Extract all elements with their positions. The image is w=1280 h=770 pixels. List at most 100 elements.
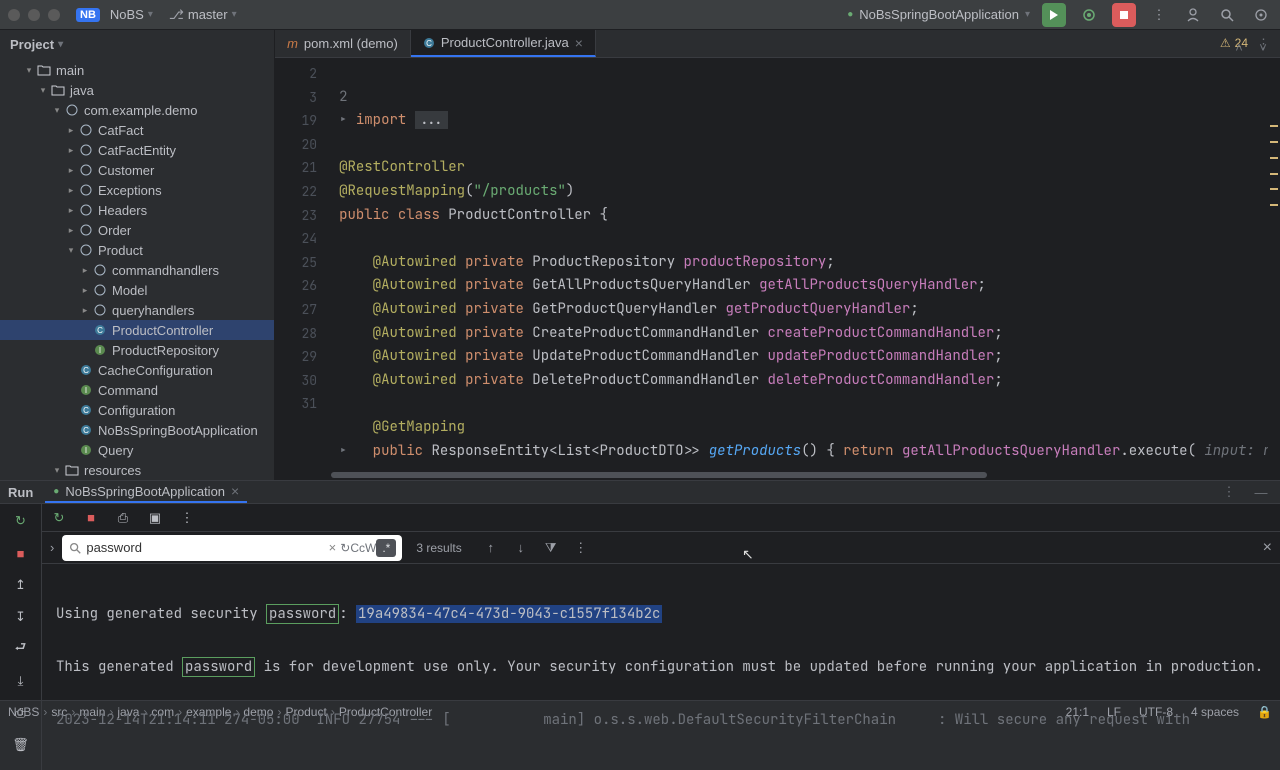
close-find-icon[interactable]: × (1263, 539, 1272, 557)
branch-name: master (188, 7, 228, 22)
stop-button[interactable] (1112, 3, 1136, 27)
tree-item-query[interactable]: IQuery (0, 440, 274, 460)
tree-item-resources[interactable]: ▾resources (0, 460, 274, 480)
code-area[interactable]: 2319202122232425262728293031 2 ▸ import … (275, 58, 1280, 480)
tree-item-product[interactable]: ▾ Product (0, 240, 274, 260)
find-input-field[interactable] (82, 540, 324, 555)
tree-chevron-icon[interactable]: ▾ (36, 85, 50, 96)
step-out-icon[interactable]: ↥ (10, 574, 32, 596)
maximize-window-icon[interactable] (48, 9, 60, 21)
prev-match-icon[interactable]: ↑ (480, 537, 502, 559)
tree-chevron-icon[interactable]: ▸ (78, 265, 92, 276)
minimize-window-icon[interactable] (28, 9, 40, 21)
run-toolbar: ↻ ■ ↥ ↧ ⮐ ⤓ ⎙ 🗑 (0, 504, 42, 770)
tree-item-main[interactable]: ▾main (0, 60, 274, 80)
tree-item-command[interactable]: ICommand (0, 380, 274, 400)
tree-item-com-example-demo[interactable]: ▾com.example.demo (0, 100, 274, 120)
window-controls[interactable] (8, 9, 60, 21)
tree-chevron-icon[interactable]: ▸ (64, 225, 78, 236)
horizontal-scrollbar[interactable] (331, 470, 1268, 480)
run-config-selector[interactable]: ● NoBsSpringBootApplication ▾ (847, 7, 1030, 22)
debug-button[interactable] (1078, 4, 1100, 26)
tree-item-productrepository[interactable]: IProductRepository (0, 340, 274, 360)
clear-find-icon[interactable]: × (325, 540, 341, 555)
tree-chevron-icon[interactable]: ▸ (78, 285, 92, 296)
tree-chevron-icon[interactable]: ▾ (22, 65, 36, 76)
tree-item-customer[interactable]: ▸Customer (0, 160, 274, 180)
tree-item-headers[interactable]: ▸Headers (0, 200, 274, 220)
camera-icon[interactable]: ⎙ (112, 507, 134, 529)
tree-item-java[interactable]: ▾java (0, 80, 274, 100)
trash-icon[interactable]: 🗑 (10, 734, 32, 756)
run-more-icon[interactable]: ⋮ (1218, 481, 1240, 503)
scroll-end-icon[interactable]: ⤓ (10, 670, 32, 692)
console-output[interactable]: Using generated security password: 19a49… (42, 564, 1280, 770)
tree-item-catfact[interactable]: ▸CatFact (0, 120, 274, 140)
project-header[interactable]: Project ▾ (0, 30, 274, 58)
tree-chevron-icon[interactable]: ▾ (64, 245, 78, 256)
project-selector[interactable]: NB NoBS ▾ (76, 7, 153, 22)
code[interactable]: 2 ▸ import ... @RestController @RequestM… (331, 58, 1280, 480)
tree-item-catfactentity[interactable]: ▸CatFactEntity (0, 140, 274, 160)
error-stripe[interactable] (1268, 86, 1280, 480)
selected-text: 19a49834-47c4-473d-9043-c1557f134b2c (356, 605, 662, 623)
tree-chevron-icon[interactable]: ▾ (50, 105, 64, 116)
tree-item-label: Product (98, 243, 143, 258)
tree-item-nobsspringbootapplication[interactable]: CNoBsSpringBootApplication (0, 420, 274, 440)
run-button[interactable] (1042, 3, 1066, 27)
rerun-icon[interactable]: ↻ (10, 510, 32, 532)
run-tab[interactable]: Run (8, 485, 33, 500)
next-match-icon[interactable]: ↓ (510, 537, 532, 559)
settings-icon[interactable] (1250, 4, 1272, 26)
tree-chevron-icon[interactable]: ▸ (78, 305, 92, 316)
close-window-icon[interactable] (8, 9, 20, 21)
rerun-top-icon[interactable]: ↻ (48, 507, 70, 529)
tree-chevron-icon[interactable]: ▸ (64, 185, 78, 196)
find-input[interactable]: × ↻ Cc W .* (62, 535, 402, 561)
code-with-me-icon[interactable] (1182, 4, 1204, 26)
history-icon[interactable]: ↻ (340, 541, 350, 555)
tree-chevron-icon[interactable]: ▾ (50, 465, 64, 476)
search-icon[interactable] (1216, 4, 1238, 26)
breadcrumb-item[interactable]: NoBS (8, 705, 39, 719)
find-more-icon[interactable]: ⋮ (570, 537, 592, 559)
words-toggle[interactable]: W (365, 541, 376, 555)
tree-item-queryhandlers[interactable]: ▸queryhandlers (0, 300, 274, 320)
branch-selector[interactable]: ⎇ master ▾ (169, 7, 237, 23)
match-case-toggle[interactable]: Cc (350, 541, 365, 555)
prev-highlight-icon[interactable]: ˄ (1228, 36, 1250, 58)
close-tab-icon[interactable]: × (575, 35, 583, 51)
next-highlight-icon[interactable]: ˅ (1252, 36, 1274, 58)
tree-item-cacheconfiguration[interactable]: CCacheConfiguration (0, 360, 274, 380)
editor-tab[interactable]: CProductController.java× (411, 30, 596, 57)
tree-chevron-icon[interactable]: ▸ (64, 125, 78, 136)
project-tree[interactable]: ▾main▾java▾com.example.demo▸CatFact▸CatF… (0, 58, 274, 480)
hide-panel-icon[interactable]: — (1250, 481, 1272, 503)
layout-icon[interactable]: ▣ (144, 507, 166, 529)
tree-item-model[interactable]: ▸Model (0, 280, 274, 300)
class-icon: C (78, 424, 94, 436)
step-down-icon[interactable]: ↧ (10, 606, 32, 628)
filter-icon[interactable]: ⧩ (540, 537, 562, 559)
close-tab-icon[interactable]: × (231, 483, 239, 499)
tree-item-commandhandlers[interactable]: ▸commandhandlers (0, 260, 274, 280)
stop-icon[interactable]: ■ (10, 542, 32, 564)
tree-item-exceptions[interactable]: ▸Exceptions (0, 180, 274, 200)
expand-find-icon[interactable]: › (50, 540, 54, 555)
tree-chevron-icon[interactable]: ▸ (64, 165, 78, 176)
run-config-tab[interactable]: ● NoBsSpringBootApplication × (45, 481, 247, 503)
tree-chevron-icon[interactable]: ▸ (64, 145, 78, 156)
regex-toggle[interactable]: .* (376, 539, 396, 557)
tree-item-productcontroller[interactable]: CProductController (0, 320, 274, 340)
svg-text:C: C (97, 326, 103, 335)
folder-icon (64, 463, 80, 477)
tree-chevron-icon[interactable]: ▸ (64, 205, 78, 216)
soft-wrap-icon[interactable]: ⮐ (10, 638, 32, 660)
tree-item-order[interactable]: ▸Order (0, 220, 274, 240)
package-icon (78, 204, 94, 216)
stop-top-icon[interactable]: ■ (80, 507, 102, 529)
tree-item-configuration[interactable]: CConfiguration (0, 400, 274, 420)
more-actions-icon[interactable]: ⋮ (1148, 4, 1170, 26)
more-top-icon[interactable]: ⋮ (176, 507, 198, 529)
editor-tab[interactable]: mpom.xml (demo) (275, 30, 411, 57)
